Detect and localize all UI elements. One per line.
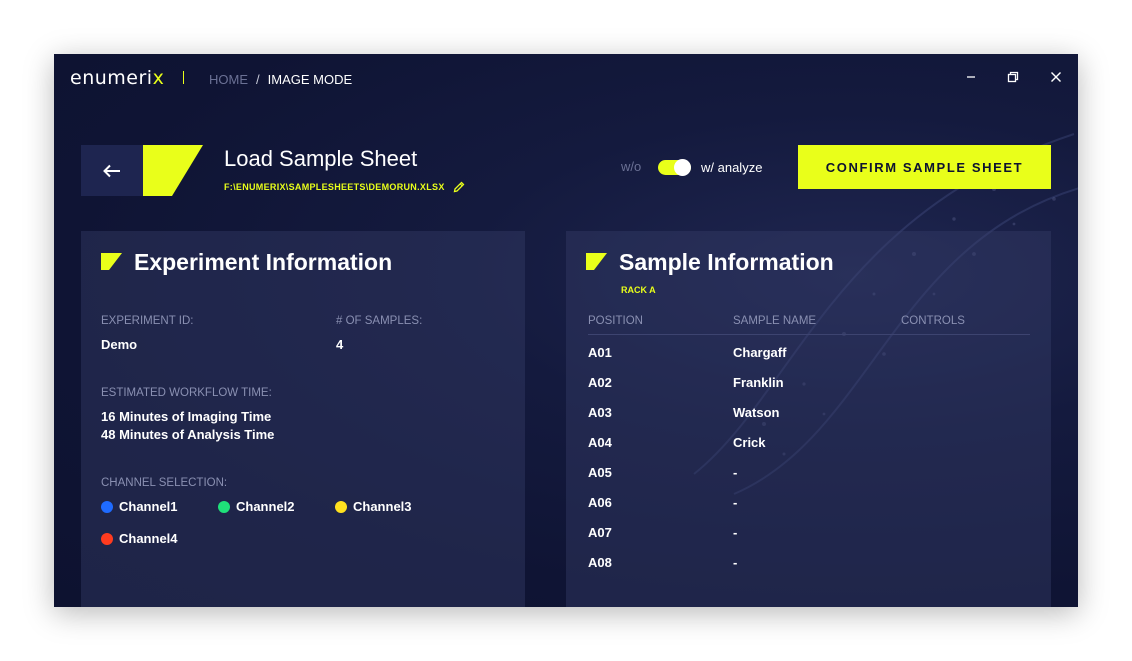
channel-item[interactable]: Channel4 <box>101 531 178 546</box>
toggle-off-label: w/o <box>621 159 642 174</box>
minimize-button[interactable] <box>964 70 978 84</box>
minimize-icon <box>967 76 975 78</box>
breadcrumb-separator: / <box>256 72 260 87</box>
page-title: Load Sample Sheet <box>224 146 418 171</box>
samples-count-value: 4 <box>336 337 344 352</box>
breadcrumb-home[interactable]: HOME <box>209 72 248 87</box>
table-row[interactable]: A05 - <box>588 465 1030 495</box>
position-cell: A03 <box>588 405 612 420</box>
column-header-controls: CONTROLS <box>901 315 965 327</box>
toggle-knob <box>674 159 691 176</box>
channel-item[interactable]: Channel1 <box>101 499 178 514</box>
sample-name-cell: Franklin <box>733 375 784 390</box>
analyze-toggle[interactable] <box>658 159 691 176</box>
position-cell: A01 <box>588 345 612 360</box>
position-cell: A08 <box>588 555 612 570</box>
pencil-icon[interactable] <box>453 181 465 193</box>
column-header-position: POSITION <box>588 315 643 327</box>
sample-name-cell: - <box>733 525 738 540</box>
sample-panel-title: Sample Information <box>619 249 834 275</box>
sample-name-cell: - <box>733 465 738 480</box>
samples-count-label: # OF SAMPLES: <box>336 315 423 327</box>
app-logo: enumerix <box>70 67 165 89</box>
sample-information-panel: Sample Information RACK A POSITION SAMPL… <box>566 231 1051 607</box>
sample-table-header: POSITION SAMPLE NAME CONTROLS <box>588 315 1030 335</box>
restore-icon <box>1007 71 1019 83</box>
back-button[interactable] <box>81 145 143 196</box>
channel-item[interactable]: Channel2 <box>218 499 295 514</box>
workflow-time-label: ESTIMATED WORKFLOW TIME: <box>101 387 272 399</box>
experiment-id-value: Demo <box>101 337 138 352</box>
table-row[interactable]: A07 - <box>588 525 1030 555</box>
table-row[interactable]: A04 Crick <box>588 435 1030 465</box>
toggle-on-label: w/ analyze <box>701 160 763 175</box>
panel-accent-icon <box>586 253 607 270</box>
sample-name-cell: - <box>733 555 738 570</box>
channel-color-dot <box>101 532 113 545</box>
close-icon <box>1051 72 1061 82</box>
table-row[interactable]: A02 Franklin <box>588 375 1030 405</box>
channel-color-dot <box>101 500 113 513</box>
rack-label: RACK A <box>621 285 656 295</box>
position-cell: A02 <box>588 375 612 390</box>
column-header-sample-name: SAMPLE NAME <box>733 315 817 327</box>
close-button[interactable] <box>1049 70 1063 84</box>
sample-name-cell: Watson <box>733 405 780 420</box>
experiment-information-panel: Experiment Information EXPERIMENT ID: De… <box>81 231 525 607</box>
channel-color-dot <box>218 500 230 513</box>
analysis-time: 48 Minutes of Analysis Time <box>101 427 275 442</box>
position-cell: A05 <box>588 465 612 480</box>
confirm-sample-sheet-button[interactable]: CONFIRM SAMPLE SHEET <box>798 145 1051 189</box>
channel-color-dot <box>335 500 347 513</box>
panel-accent-icon <box>101 253 122 270</box>
position-cell: A04 <box>588 435 612 450</box>
breadcrumb: HOME / IMAGE MODE <box>209 72 352 87</box>
channel-name: Channel3 <box>353 499 412 514</box>
position-cell: A07 <box>588 525 612 540</box>
arrow-left-icon <box>103 164 120 177</box>
sample-name-cell: Chargaff <box>733 345 787 360</box>
channel-name: Channel1 <box>119 499 178 514</box>
table-row[interactable]: A08 - <box>588 555 1030 585</box>
experiment-panel-title: Experiment Information <box>134 249 393 275</box>
table-row[interactable]: A06 - <box>588 495 1030 525</box>
channel-name: Channel4 <box>119 531 178 546</box>
file-path-text: F:\ENUMERIX\SAMPLESHEETS\DEMORUN.XLSX <box>224 182 445 192</box>
channel-item[interactable]: Channel3 <box>335 499 412 514</box>
channel-selection-label: CHANNEL SELECTION: <box>101 477 228 489</box>
table-row[interactable]: A03 Watson <box>588 405 1030 435</box>
position-cell: A06 <box>588 495 612 510</box>
sample-name-cell: Crick <box>733 435 766 450</box>
imaging-time: 16 Minutes of Imaging Time <box>101 409 272 424</box>
experiment-id-label: EXPERIMENT ID: <box>101 315 194 327</box>
restore-button[interactable] <box>1006 70 1020 84</box>
channel-name: Channel2 <box>236 499 295 514</box>
sample-name-cell: - <box>733 495 738 510</box>
file-path: F:\ENUMERIX\SAMPLESHEETS\DEMORUN.XLSX <box>224 181 465 193</box>
logo-divider <box>183 71 184 84</box>
app-window: enumerix HOME / IMAGE MODE Load Sample S… <box>54 54 1078 607</box>
breadcrumb-current: IMAGE MODE <box>267 72 353 87</box>
table-row[interactable]: A01 Chargaff <box>588 345 1030 375</box>
header-accent-shape <box>143 145 203 196</box>
